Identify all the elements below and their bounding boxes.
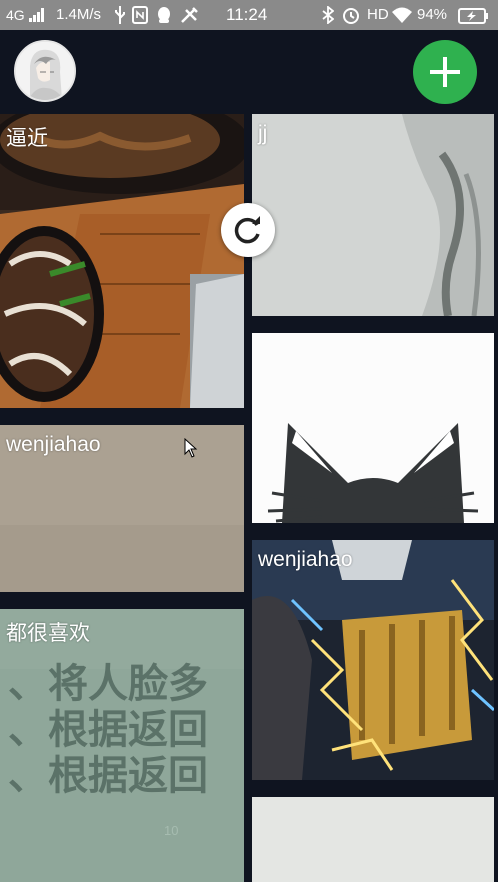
feed-card[interactable] [252,333,494,523]
network-type: 4G [6,7,25,23]
battery-charging-icon [458,8,488,24]
paper-text: 、将人脸多 、根据返回 、根据返回 [8,661,244,799]
mouse-cursor-icon [184,438,198,458]
feed-card[interactable]: 逼近 [0,114,244,408]
card-title: 都很喜欢 [6,622,90,645]
feed-card[interactable]: wenjiahao [0,425,244,592]
plus-icon [430,57,460,87]
alarm-icon [343,8,359,24]
refresh-button[interactable] [221,203,275,257]
blank-grey-image [252,797,494,882]
avatar-button[interactable] [14,40,76,102]
cat-ears-drawing-image [252,333,494,523]
card-title: jj [258,122,268,145]
food-plate-image [0,114,244,408]
card-title: 逼近 [6,127,48,150]
status-bar: 4G 1.4M/s 11:24 HD 94% [0,0,498,30]
hd-indicator: HD [367,6,389,23]
paper-text-line: 、根据返回 [8,706,208,753]
signal-icon [29,8,44,22]
qq-icon [158,7,170,23]
card-title: wenjiahao [258,548,353,571]
card-title: wenjiahao [6,433,101,456]
wifi-icon [392,7,412,23]
bluetooth-icon [322,6,334,24]
feed-card[interactable] [252,797,494,882]
paper-text-line: 、将人脸多 [8,660,208,707]
feed-card[interactable]: wenjiahao [252,540,494,780]
add-button[interactable] [413,40,477,104]
grey-abstract-image [252,114,494,316]
golden-fist-lightning-image [252,540,494,780]
feed-card[interactable]: jj [252,114,494,316]
paper-page-number: 10 [164,823,179,838]
network-speed: 1.4M/s [56,6,102,23]
paper-text-line: 、根据返回 [8,752,208,799]
feed-card[interactable]: 、将人脸多 、根据返回 、根据返回 10 都很喜欢 [0,609,244,882]
avatar-icon [16,42,74,100]
nfc-icon [132,6,148,24]
clock: 11:24 [226,5,268,24]
usb-icon [115,6,125,24]
battery-percent: 94% [417,6,448,23]
refresh-icon [234,216,260,244]
tools-icon [181,7,198,23]
